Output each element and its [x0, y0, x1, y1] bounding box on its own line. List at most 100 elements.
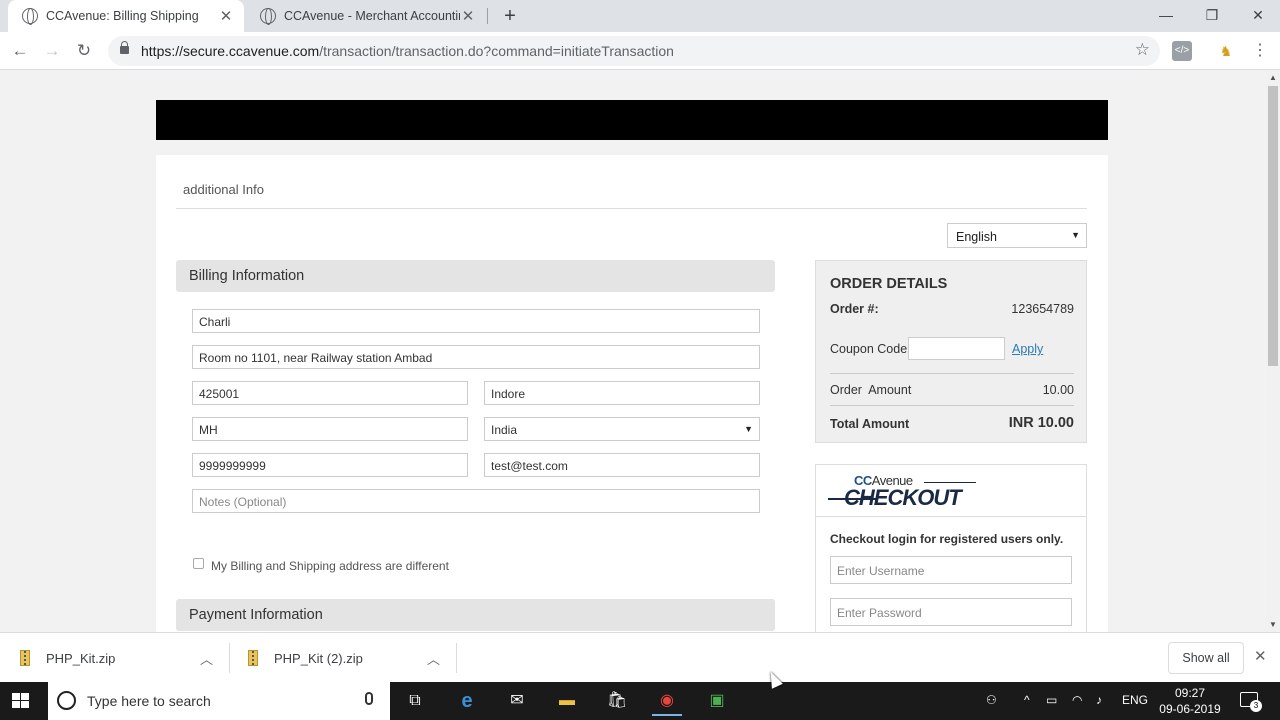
globe-icon	[260, 8, 276, 25]
name-input[interactable]: Charli	[192, 309, 760, 333]
scrollbar-thumb[interactable]	[1268, 86, 1278, 366]
city-input[interactable]: Indore	[484, 381, 760, 405]
show-all-button[interactable]: Show all	[1168, 642, 1244, 674]
taskbar-search-box[interactable]: Type here to search	[48, 682, 390, 720]
volume-icon[interactable]: ♪	[1096, 693, 1102, 707]
input-language[interactable]: ENG	[1122, 693, 1148, 707]
microphone-icon[interactable]	[365, 692, 373, 705]
chevron-up-icon[interactable]: ^	[1024, 693, 1030, 707]
checkout-card: additional Info English ▼ Billing Inform…	[156, 155, 1108, 632]
restore-button[interactable]: ❐	[1189, 0, 1235, 32]
country-value: India	[491, 423, 518, 437]
bookmark-star-icon[interactable]: ☆	[1135, 40, 1150, 60]
browser-toolbar: ← → ↻ https://secure.ccavenue.com/transa…	[0, 32, 1280, 70]
language-select[interactable]: English ▼	[947, 223, 1087, 248]
language-value: English	[956, 230, 997, 244]
order-number-row: Order #: 123654789	[830, 302, 1074, 316]
address-input[interactable]: Room no 1101, near Railway station Ambad	[192, 345, 760, 369]
windows-taskbar: Type here to search ⧉ e ✉ ▬ 🛍 ◉ ▣ ⚇ ^ ▭ …	[0, 682, 1280, 720]
task-view-icon[interactable]: ⧉	[400, 686, 430, 716]
clock-date: 09-06-2019	[1159, 702, 1221, 716]
download-filename: PHP_Kit.zip	[46, 650, 116, 666]
order-amount-row: Order Amount 10.00	[830, 383, 1074, 397]
tab-ccavenue-billing[interactable]: CCAvenue: Billing Shipping ✕	[8, 0, 244, 32]
chevron-up-icon[interactable]: ︿	[427, 649, 440, 668]
ccavenue-checkout-logo: CCAvenue CHECKOUT	[816, 465, 1086, 517]
total-amount-label: Total Amount	[830, 417, 910, 431]
people-icon[interactable]: ⚇	[986, 693, 997, 707]
tab-merchant-accounting[interactable]: CCAvenue - Merchant Accounting ✕	[246, 0, 486, 32]
close-icon[interactable]: ✕	[218, 7, 234, 25]
close-icon[interactable]: ✕	[460, 7, 476, 25]
chevron-up-icon[interactable]: ︿	[200, 649, 213, 668]
minimize-button[interactable]: —	[1143, 0, 1189, 32]
download-filename: PHP_Kit (2).zip	[274, 650, 363, 666]
order-details-panel: ORDER DETAILS Order #: 123654789 Coupon …	[815, 260, 1087, 443]
new-tab-button[interactable]: +	[498, 4, 522, 28]
globe-icon	[22, 8, 38, 25]
download-item[interactable]: PHP_Kit.zip	[20, 633, 230, 683]
url-text[interactable]: https://secure.ccavenue.com/transaction/…	[141, 43, 674, 59]
tab-separator	[487, 8, 488, 24]
state-input[interactable]: MH	[192, 417, 468, 441]
apply-coupon-link[interactable]: Apply	[1012, 342, 1043, 356]
system-clock[interactable]: 09:27 09-06-2019	[1158, 685, 1222, 717]
divider	[229, 643, 230, 673]
close-icon[interactable]: ✕	[1254, 647, 1267, 665]
ccavenue-checkout-panel: CCAvenue CHECKOUT Checkout login for reg…	[815, 464, 1087, 632]
reload-icon[interactable]: ↻	[72, 39, 96, 63]
forward-arrow-icon[interactable]: →	[40, 39, 64, 63]
page-viewport: additional Info English ▼ Billing Inform…	[0, 70, 1266, 632]
notes-input[interactable]: Notes (Optional)	[192, 489, 760, 513]
app-icon[interactable]: ▣	[702, 686, 732, 716]
order-amount-label: Order Amount	[830, 383, 912, 397]
zip-file-icon	[20, 650, 30, 666]
scroll-up-icon[interactable]: ▲	[1269, 73, 1277, 82]
extension-figure-icon[interactable]: ♞	[1216, 41, 1236, 61]
logo-checkout-text: CHECKOUT	[844, 485, 962, 510]
country-select[interactable]: India ▼	[484, 417, 760, 441]
caret-down-icon: ▼	[1071, 230, 1080, 240]
phone-input[interactable]: 9999999999	[192, 453, 468, 477]
order-amount-value: 10.00	[1042, 383, 1074, 397]
password-input[interactable]: Enter Password	[830, 598, 1072, 626]
wifi-icon[interactable]: ◠	[1072, 693, 1082, 707]
divider	[830, 373, 1074, 374]
extension-code-icon[interactable]: </>	[1172, 41, 1192, 61]
email-input[interactable]: test@test.com	[484, 453, 760, 477]
divider	[176, 208, 1087, 209]
back-arrow-icon[interactable]: ←	[8, 39, 32, 63]
coupon-code-input[interactable]	[908, 337, 1005, 360]
search-placeholder: Type here to search	[87, 693, 211, 709]
zip-file-icon	[248, 650, 258, 666]
different-address-label: My Billing and Shipping address are diff…	[211, 559, 449, 573]
close-window-button[interactable]: ✕	[1235, 0, 1280, 32]
store-icon[interactable]: 🛍	[602, 686, 632, 716]
url-path: /transaction/transaction.do?command=init…	[319, 43, 674, 59]
menu-dots-icon[interactable]: ⋮	[1250, 41, 1270, 61]
edge-browser-icon[interactable]: e	[452, 686, 482, 716]
windows-start-icon[interactable]	[12, 693, 30, 709]
order-number-label: Order #:	[830, 302, 879, 316]
battery-icon[interactable]: ▭	[1046, 693, 1057, 707]
payment-information-heading: Payment Information	[176, 599, 775, 631]
url-host: https://secure.ccavenue.com	[141, 43, 320, 59]
scroll-down-icon[interactable]: ▼	[1269, 620, 1277, 629]
browser-tab-strip: CCAvenue: Billing Shipping ✕ CCAvenue - …	[0, 0, 1280, 32]
total-amount-row: Total Amount INR 10.00	[830, 415, 1074, 431]
address-bar[interactable]: https://secure.ccavenue.com/transaction/…	[108, 36, 1160, 66]
username-input[interactable]: Enter Username	[830, 556, 1072, 584]
file-explorer-icon[interactable]: ▬	[552, 686, 582, 716]
zip-input[interactable]: 425001	[192, 381, 468, 405]
checkout-login-text: Checkout login for registered users only…	[830, 532, 1064, 546]
clock-time: 09:27	[1174, 686, 1206, 700]
order-details-title: ORDER DETAILS	[830, 276, 948, 292]
cortana-icon	[57, 691, 76, 710]
billing-information-heading: Billing Information	[176, 260, 775, 292]
different-address-checkbox[interactable]	[193, 558, 204, 569]
mail-icon[interactable]: ✉	[502, 686, 532, 716]
logo-line	[924, 482, 976, 483]
page-scrollbar[interactable]: ▲ ▼	[1266, 70, 1280, 632]
chrome-icon[interactable]: ◉	[652, 686, 682, 716]
tab-title: CCAvenue: Billing Shipping	[46, 9, 199, 23]
